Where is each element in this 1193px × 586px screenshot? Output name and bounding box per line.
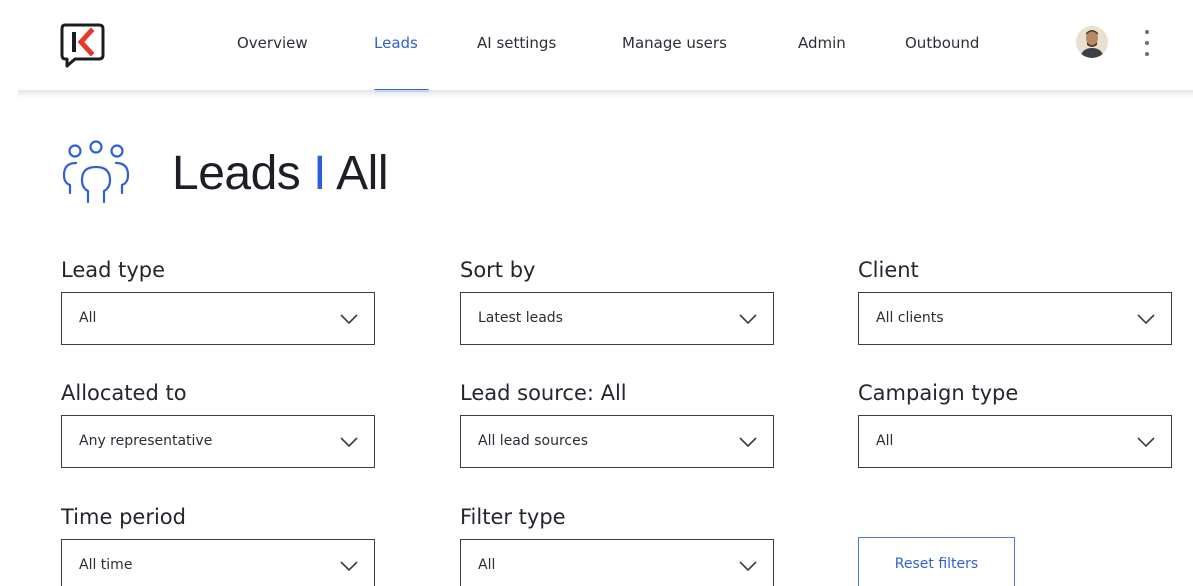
nav-outbound[interactable]: Outbound: [905, 34, 979, 52]
page-title-main: Leads: [172, 147, 301, 200]
chevron-down-icon: [739, 561, 757, 572]
chevron-down-icon: [739, 437, 757, 448]
user-avatar[interactable]: [1076, 26, 1108, 58]
reset-filters-label: Reset filters: [894, 556, 979, 572]
page-title-sub: All: [336, 147, 388, 200]
chevron-down-icon: [340, 437, 358, 448]
client-label: Client: [858, 258, 919, 282]
allocated-to-label: Allocated to: [61, 381, 187, 405]
reset-filters-button[interactable]: Reset filters: [858, 537, 1015, 586]
allocated-to-value: Any representative: [79, 433, 213, 449]
page-title: Leads I All: [172, 146, 388, 201]
chevron-down-icon: [340, 561, 358, 572]
campaign-type-select[interactable]: All: [858, 415, 1172, 468]
top-navigation-bar: Overview Leads AI settings Manage users …: [0, 0, 1193, 92]
kebab-menu-icon[interactable]: [1137, 26, 1157, 60]
client-value: All clients: [876, 310, 944, 326]
client-select[interactable]: All clients: [858, 292, 1172, 345]
topbar-divider: [18, 90, 1193, 98]
nav-overview[interactable]: Overview: [237, 34, 308, 52]
campaign-type-label: Campaign type: [858, 381, 1019, 405]
lead-type-value: All: [79, 310, 97, 326]
sort-by-label: Sort by: [460, 258, 536, 282]
nav-admin[interactable]: Admin: [798, 34, 846, 52]
filter-type-value: All: [478, 557, 496, 573]
lead-source-value: All lead sources: [478, 433, 589, 449]
campaign-type-value: All: [876, 433, 894, 449]
time-period-value: All time: [79, 557, 133, 573]
chevron-down-icon: [340, 314, 358, 325]
users-group-icon: [62, 140, 130, 204]
lead-type-select[interactable]: All: [61, 292, 375, 345]
time-period-label: Time period: [61, 505, 186, 529]
sort-by-value: Latest leads: [478, 310, 563, 326]
filter-type-label: Filter type: [460, 505, 566, 529]
chevron-down-icon: [1137, 437, 1155, 448]
chevron-down-icon: [1137, 314, 1155, 325]
sort-by-select[interactable]: Latest leads: [460, 292, 774, 345]
nav-ai-settings[interactable]: AI settings: [477, 34, 556, 52]
lead-source-select[interactable]: All lead sources: [460, 415, 774, 468]
nav-manage-users[interactable]: Manage users: [622, 34, 727, 52]
k-logo-icon[interactable]: [59, 21, 107, 68]
page-title-separator: I: [313, 147, 326, 200]
chevron-down-icon: [739, 314, 757, 325]
time-period-select[interactable]: All time: [61, 539, 375, 586]
filter-type-select[interactable]: All: [460, 539, 774, 586]
lead-source-label: Lead source: All: [460, 381, 627, 405]
nav-leads[interactable]: Leads: [374, 34, 418, 52]
allocated-to-select[interactable]: Any representative: [61, 415, 375, 468]
lead-type-label: Lead type: [61, 258, 166, 282]
